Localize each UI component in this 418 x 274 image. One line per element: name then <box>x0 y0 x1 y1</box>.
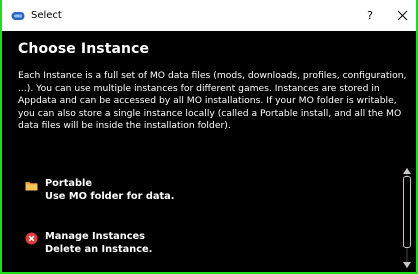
select-dialog: Select ? Choose Instance Each Instance i… <box>0 0 418 274</box>
portable-option-subtitle: Use MO folder for data. <box>45 191 175 202</box>
scroll-down-arrow-icon[interactable] <box>403 262 411 268</box>
page-title: Choose Instance <box>18 41 150 57</box>
scrollbar-thumb[interactable] <box>403 176 411 248</box>
manage-instances-option[interactable]: Manage Instances Delete an Instance. <box>24 230 152 256</box>
delete-icon <box>24 231 39 246</box>
window-title: Select <box>31 10 62 21</box>
close-button[interactable] <box>390 0 414 31</box>
folder-icon <box>24 178 39 193</box>
instance-description: Each Instance is a full set of MO data f… <box>18 70 407 131</box>
close-icon <box>397 10 407 21</box>
scroll-up-arrow-icon[interactable] <box>403 168 411 174</box>
title-bar[interactable]: Select ? <box>2 0 416 31</box>
controller-icon <box>11 9 25 23</box>
portable-option-title: Portable <box>45 178 93 189</box>
portable-option[interactable]: Portable Use MO folder for data. <box>24 177 174 203</box>
help-button[interactable]: ? <box>358 0 382 31</box>
vertical-scrollbar[interactable] <box>400 168 414 268</box>
manage-instances-title: Manage Instances <box>45 231 146 242</box>
manage-instances-subtitle: Delete an Instance. <box>45 244 153 255</box>
